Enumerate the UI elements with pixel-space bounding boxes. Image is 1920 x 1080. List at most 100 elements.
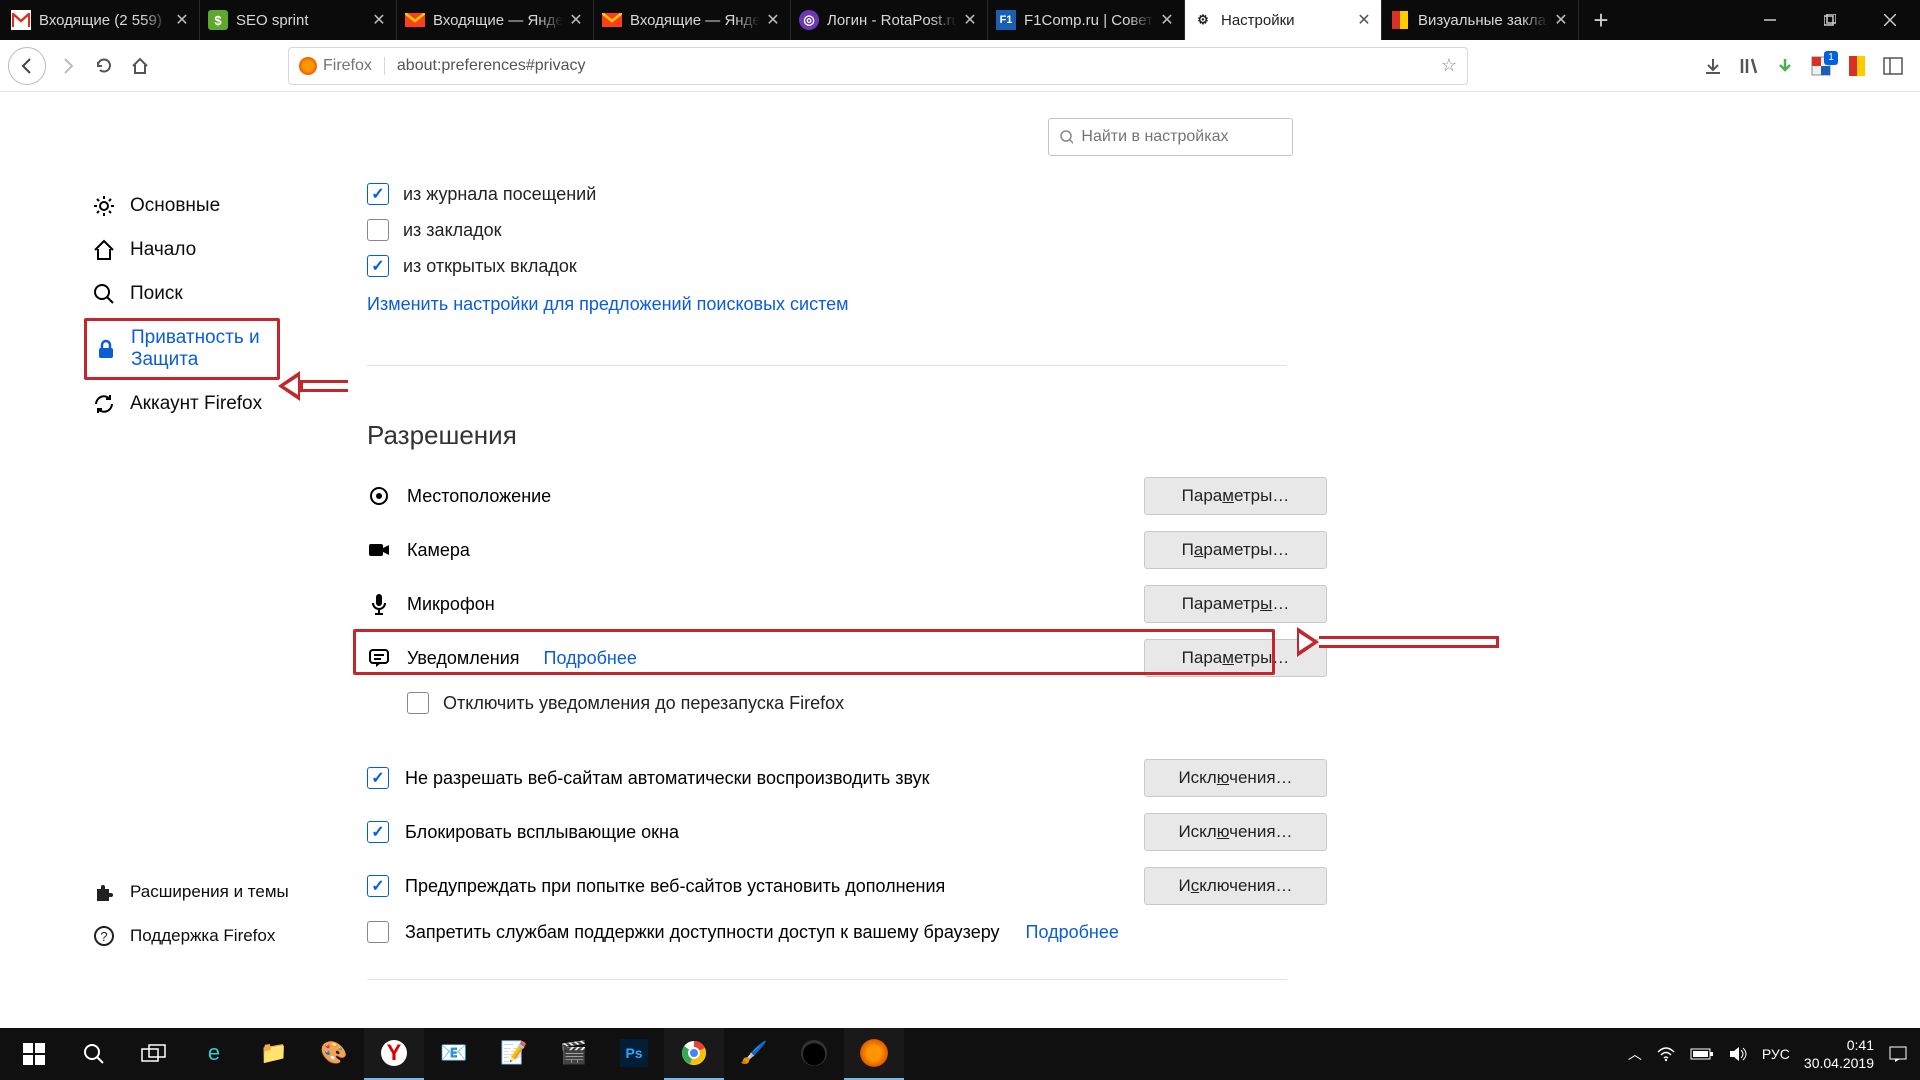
tab-rotapost[interactable]: ◎ Логин - RotaPost.ru ✕	[791, 0, 988, 40]
tab-label: Визуальные заклад	[1418, 12, 1548, 29]
app-chrome[interactable]	[664, 1028, 724, 1080]
checkbox-history[interactable]: из журнала посещений	[367, 176, 1327, 212]
microphone-icon	[367, 592, 391, 616]
task-view-button[interactable]	[124, 1028, 184, 1080]
checkbox-disable-notifications[interactable]: Отключить уведомления до перезапуска Fir…	[407, 685, 1327, 721]
sidebar-item-extensions[interactable]: Расширения и темы	[84, 870, 304, 914]
checkbox-icon[interactable]	[367, 921, 389, 943]
close-window-button[interactable]	[1860, 0, 1920, 40]
addons-exceptions-button[interactable]: Исключения…	[1144, 867, 1327, 905]
tab-f1comp[interactable]: F1 F1Comp.ru | Советы ✕	[988, 0, 1185, 40]
checkbox-icon[interactable]	[367, 767, 389, 789]
close-icon[interactable]: ✕	[370, 11, 388, 29]
wifi-icon[interactable]	[1656, 1046, 1676, 1062]
microphone-settings-button[interactable]: Параметры…	[1144, 585, 1327, 623]
notifications-more-link[interactable]: Подробнее	[544, 648, 637, 669]
sidebar-item-privacy[interactable]: Приватность и Защита	[95, 325, 275, 373]
reload-button[interactable]	[86, 48, 122, 84]
app-paint[interactable]: 🎨	[304, 1028, 364, 1080]
app-obs[interactable]: ⬤	[784, 1028, 844, 1080]
close-icon[interactable]: ✕	[567, 11, 585, 29]
a11y-more-link[interactable]: Подробнее	[1026, 922, 1119, 943]
annotation-arrow-2	[1297, 629, 1499, 655]
checkbox-bookmarks[interactable]: из закладок	[367, 212, 1327, 248]
sidebar-item-home[interactable]: Начало	[84, 228, 304, 272]
downloads-icon[interactable]	[1702, 55, 1724, 77]
start-button[interactable]	[4, 1028, 64, 1080]
close-icon[interactable]: ✕	[1552, 11, 1570, 29]
close-icon[interactable]: ✕	[764, 11, 782, 29]
battery-icon[interactable]	[1690, 1047, 1714, 1061]
close-icon[interactable]: ✕	[961, 11, 979, 29]
volume-icon[interactable]	[1728, 1045, 1748, 1063]
minimize-button[interactable]	[1740, 0, 1800, 40]
autoplay-exceptions-button[interactable]: Исключения…	[1144, 759, 1327, 797]
app-firefox[interactable]	[844, 1028, 904, 1080]
separator	[367, 365, 1287, 366]
identity-box[interactable]: Firefox	[299, 57, 385, 75]
checkbox-icon[interactable]	[367, 183, 389, 205]
settings-search-input[interactable]	[1081, 128, 1282, 146]
tab-settings[interactable]: ⚙ Настройки ✕	[1185, 0, 1382, 40]
perm-row-a11y: Запретить службам поддержки доступности …	[367, 913, 1327, 951]
tray-chevron-icon[interactable]: ︿	[1628, 1044, 1642, 1064]
tab-seosprint[interactable]: $ SEO sprint ✕	[200, 0, 397, 40]
app-media[interactable]: 🎬	[544, 1028, 604, 1080]
checkbox-icon[interactable]	[367, 255, 389, 277]
popups-exceptions-button[interactable]: Исключения…	[1144, 813, 1327, 851]
app-explorer[interactable]: 📁	[244, 1028, 304, 1080]
sidebar-item-search[interactable]: Поиск	[84, 272, 304, 316]
library-icon[interactable]	[1738, 55, 1760, 77]
app-paintnet[interactable]: 🖌️	[724, 1028, 784, 1080]
tab-yandex-bookmarks[interactable]: Визуальные заклад ✕	[1382, 0, 1579, 40]
app-photoshop[interactable]: Ps	[604, 1028, 664, 1080]
maximize-button[interactable]	[1800, 0, 1860, 40]
firefox-icon	[299, 57, 317, 75]
sidebar-item-support[interactable]: ? Поддержка Firefox	[84, 914, 304, 958]
tab-yandex-1[interactable]: Входящие — Яндек ✕	[397, 0, 594, 40]
url-bar[interactable]: Firefox about:preferences#privacy ☆	[288, 47, 1468, 85]
checkbox-opentabs[interactable]: из открытых вкладок	[367, 248, 1327, 284]
app-edge[interactable]: e	[184, 1028, 244, 1080]
search-settings-link[interactable]: Изменить настройки для предложений поиск…	[367, 294, 849, 314]
sidebar-label: Аккаунт Firefox	[130, 393, 262, 415]
forward-button[interactable]	[50, 48, 86, 84]
checkbox-icon[interactable]	[367, 821, 389, 843]
new-tab-button[interactable]: +	[1579, 0, 1623, 40]
app-mail[interactable]: 📧	[424, 1028, 484, 1080]
close-icon[interactable]: ✕	[173, 11, 191, 29]
clock[interactable]: 0:41 30.04.2019	[1804, 1036, 1874, 1072]
app-yandex-browser[interactable]: Y	[364, 1028, 424, 1080]
settings-search[interactable]	[1048, 118, 1293, 156]
perm-row-addons: Предупреждать при попытке веб-сайтов уст…	[367, 859, 1327, 913]
tab-strip: Входящие (2 559) ✕ $ SEO sprint ✕ Входящ…	[0, 0, 1920, 40]
checkbox-icon[interactable]	[367, 875, 389, 897]
back-button[interactable]	[8, 47, 46, 85]
identity-label: Firefox	[323, 57, 385, 75]
checkbox-icon[interactable]	[367, 219, 389, 241]
seosprint-icon: $	[208, 10, 228, 30]
sidebar-toggle-icon[interactable]	[1882, 55, 1904, 77]
close-icon[interactable]: ✕	[1355, 11, 1373, 29]
sidebar-item-account[interactable]: Аккаунт Firefox	[84, 382, 304, 426]
app-notepad[interactable]: 📝	[484, 1028, 544, 1080]
tab-gmail[interactable]: Входящие (2 559) ✕	[3, 0, 200, 40]
sidebar-item-general[interactable]: Основные	[84, 184, 304, 228]
yandex-ext-icon[interactable]	[1846, 55, 1868, 77]
action-center-icon[interactable]	[1888, 1044, 1908, 1064]
perm-row-popups: Блокировать всплывающие окна Исключения…	[367, 805, 1327, 859]
language-indicator[interactable]: РУС	[1762, 1046, 1790, 1062]
checkbox-icon[interactable]	[407, 692, 429, 714]
search-taskbar-button[interactable]	[64, 1028, 124, 1080]
tab-label: SEO sprint	[236, 12, 366, 29]
savefrom-icon[interactable]	[1774, 55, 1796, 77]
tab-yandex-2[interactable]: Входящие — Яндек ✕	[594, 0, 791, 40]
perm-label: Предупреждать при попытке веб-сайтов уст…	[405, 876, 1128, 897]
close-icon[interactable]: ✕	[1158, 11, 1176, 29]
location-settings-button[interactable]: Параметры…	[1144, 477, 1327, 515]
checkbox-label: из журнала посещений	[403, 184, 596, 205]
home-button[interactable]	[122, 48, 158, 84]
camera-settings-button[interactable]: Параметры…	[1144, 531, 1327, 569]
bookmark-star-icon[interactable]: ☆	[1441, 55, 1457, 76]
extension-icon[interactable]: 1	[1810, 55, 1832, 77]
